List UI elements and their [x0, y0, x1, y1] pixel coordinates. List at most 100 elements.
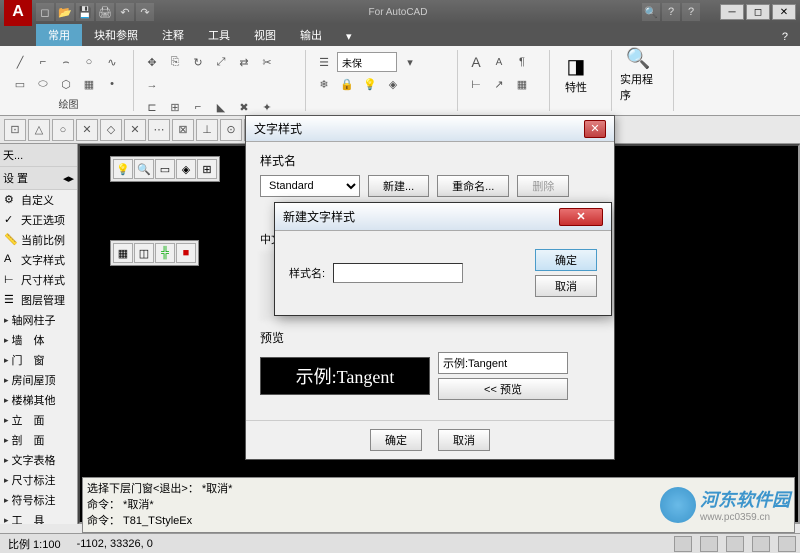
- sidebar-item-dimension[interactable]: ▸尺寸标注: [0, 470, 77, 490]
- utilities-button[interactable]: 🔍 实用程序: [620, 52, 656, 96]
- sidebar-item-wall[interactable]: ▸墙 体: [0, 330, 77, 350]
- sidebar-item-elevation[interactable]: ▸立 面: [0, 410, 77, 430]
- osnap-midpoint-icon[interactable]: △: [28, 119, 50, 141]
- qat-redo-icon[interactable]: ↷: [136, 3, 154, 21]
- erase-icon[interactable]: ✖: [234, 97, 254, 117]
- layer-lock-icon[interactable]: 🔒: [337, 74, 357, 94]
- osnap-quad-icon[interactable]: ◇: [100, 119, 122, 141]
- layer-iso-icon[interactable]: ◈: [383, 74, 403, 94]
- delete-button[interactable]: 删除: [517, 175, 569, 197]
- mtext-icon[interactable]: ¶: [512, 52, 532, 72]
- copy-icon[interactable]: ⎘: [165, 52, 185, 72]
- sidebar-header2[interactable]: 设 置◂▸: [0, 167, 77, 190]
- sidebar-item-texttable[interactable]: ▸文字表格: [0, 450, 77, 470]
- properties-button[interactable]: ◨ 特性: [558, 52, 594, 96]
- tab-common[interactable]: 常用: [36, 24, 82, 46]
- sidebar-item-symbol[interactable]: ▸符号标注: [0, 490, 77, 510]
- spline-icon[interactable]: ∿: [102, 52, 122, 72]
- fillet-icon[interactable]: ⌐: [188, 97, 208, 117]
- tab-output[interactable]: 输出: [288, 24, 334, 46]
- new-style-button[interactable]: 新建...: [368, 175, 429, 197]
- pline-icon[interactable]: ⌐: [33, 52, 53, 72]
- ft2-btn1-icon[interactable]: ▦: [113, 243, 133, 263]
- layer-state-icon[interactable]: ▾: [400, 52, 420, 72]
- status-osnap-icon[interactable]: [778, 536, 796, 552]
- tab-view[interactable]: 视图: [242, 24, 288, 46]
- sidebar-item-door[interactable]: ▸门 窗: [0, 350, 77, 370]
- leader-icon[interactable]: ↗: [489, 74, 509, 94]
- tab-tools[interactable]: 工具: [196, 24, 242, 46]
- sidebar-item-axis[interactable]: ▸轴网柱子: [0, 310, 77, 330]
- layer-off-icon[interactable]: 💡: [360, 74, 380, 94]
- sidebar-item-custom[interactable]: ⚙自定义: [0, 190, 77, 210]
- status-polar-icon[interactable]: [752, 536, 770, 552]
- trim-icon[interactable]: ✂: [257, 52, 277, 72]
- polygon-icon[interactable]: ⬡: [56, 74, 76, 94]
- ft1-btn4-icon[interactable]: ◈: [176, 159, 196, 179]
- osnap-tan-icon[interactable]: ⊙: [220, 119, 242, 141]
- point-icon[interactable]: •: [102, 74, 122, 94]
- tab-annotate[interactable]: 注释: [150, 24, 196, 46]
- help2-icon[interactable]: ?: [682, 3, 700, 21]
- qat-save-icon[interactable]: 💾: [76, 3, 94, 21]
- rotate-icon[interactable]: ↻: [188, 52, 208, 72]
- array-icon[interactable]: ⊞: [165, 97, 185, 117]
- style-select[interactable]: Standard: [260, 175, 360, 197]
- osnap-center-icon[interactable]: ○: [52, 119, 74, 141]
- osnap-node-icon[interactable]: ✕: [76, 119, 98, 141]
- help1-icon[interactable]: ?: [662, 3, 680, 21]
- table-icon[interactable]: ▦: [512, 74, 532, 94]
- status-scale[interactable]: 比例 1:100: [4, 536, 65, 552]
- modal-ok-button[interactable]: 确定: [535, 249, 597, 271]
- hatch-icon[interactable]: ▦: [79, 74, 99, 94]
- arc-icon[interactable]: ⌢: [56, 52, 76, 72]
- ft1-btn1-icon[interactable]: 💡: [113, 159, 133, 179]
- maximize-button[interactable]: ◻: [746, 4, 770, 20]
- dialog-close-button[interactable]: ✕: [584, 120, 606, 138]
- style-name-input[interactable]: [333, 263, 463, 283]
- ft1-btn5-icon[interactable]: ⊞: [197, 159, 217, 179]
- sidebar-item-layer[interactable]: ☰图层管理: [0, 290, 77, 310]
- search-icon[interactable]: 🔍: [642, 3, 660, 21]
- preview-button[interactable]: << 预览: [438, 378, 568, 400]
- explode-icon[interactable]: ✦: [257, 97, 277, 117]
- osnap-endpoint-icon[interactable]: ⊡: [4, 119, 26, 141]
- line-icon[interactable]: ╱: [10, 52, 30, 72]
- status-snap-icon[interactable]: [674, 536, 692, 552]
- osnap-perp-icon[interactable]: ⊥: [196, 119, 218, 141]
- ft2-btn2-icon[interactable]: ◫: [134, 243, 154, 263]
- minimize-button[interactable]: ─: [720, 4, 744, 20]
- sidebar-item-stair[interactable]: ▸楼梯其他: [0, 390, 77, 410]
- dim-icon[interactable]: ⊢: [466, 74, 486, 94]
- dialog-cancel-button[interactable]: 取消: [438, 429, 490, 451]
- extend-icon[interactable]: →: [142, 75, 162, 95]
- mirror-icon[interactable]: ⇄: [234, 52, 254, 72]
- qat-new-icon[interactable]: ◻: [36, 3, 54, 21]
- qat-print-icon[interactable]: 🖨: [96, 3, 114, 21]
- rename-button[interactable]: 重命名...: [437, 175, 509, 197]
- ft1-btn2-icon[interactable]: 🔍: [134, 159, 154, 179]
- move-icon[interactable]: ✥: [142, 52, 162, 72]
- rect-icon[interactable]: ▭: [10, 74, 30, 94]
- layer-icon[interactable]: ☰: [314, 52, 334, 72]
- ellipse-icon[interactable]: ⬭: [33, 74, 53, 94]
- sidebar-item-tools[interactable]: ▸工 具: [0, 510, 77, 524]
- scale-icon[interactable]: ⤢: [211, 52, 231, 72]
- dialog-ok-button[interactable]: 确定: [370, 429, 422, 451]
- sidebar-item-section[interactable]: ▸剖 面: [0, 430, 77, 450]
- ft1-btn3-icon[interactable]: ▭: [155, 159, 175, 179]
- tab-expand-icon[interactable]: ▾: [334, 27, 364, 46]
- status-ortho-icon[interactable]: [726, 536, 744, 552]
- circle-icon[interactable]: ○: [79, 52, 99, 72]
- modal-close-button[interactable]: ✕: [559, 208, 603, 226]
- ft2-btn4-icon[interactable]: ■: [176, 243, 196, 263]
- qat-open-icon[interactable]: 📂: [56, 3, 74, 21]
- qat-undo-icon[interactable]: ↶: [116, 3, 134, 21]
- offset-icon[interactable]: ⊏: [142, 97, 162, 117]
- layer-freeze-icon[interactable]: ❄: [314, 74, 334, 94]
- chamfer-icon[interactable]: ◣: [211, 97, 231, 117]
- sample-input[interactable]: [438, 352, 568, 374]
- sidebar-item-dimstyle[interactable]: ⊢尺寸样式: [0, 270, 77, 290]
- sidebar-item-textstyle[interactable]: A文字样式: [0, 250, 77, 270]
- modal-cancel-button[interactable]: 取消: [535, 275, 597, 297]
